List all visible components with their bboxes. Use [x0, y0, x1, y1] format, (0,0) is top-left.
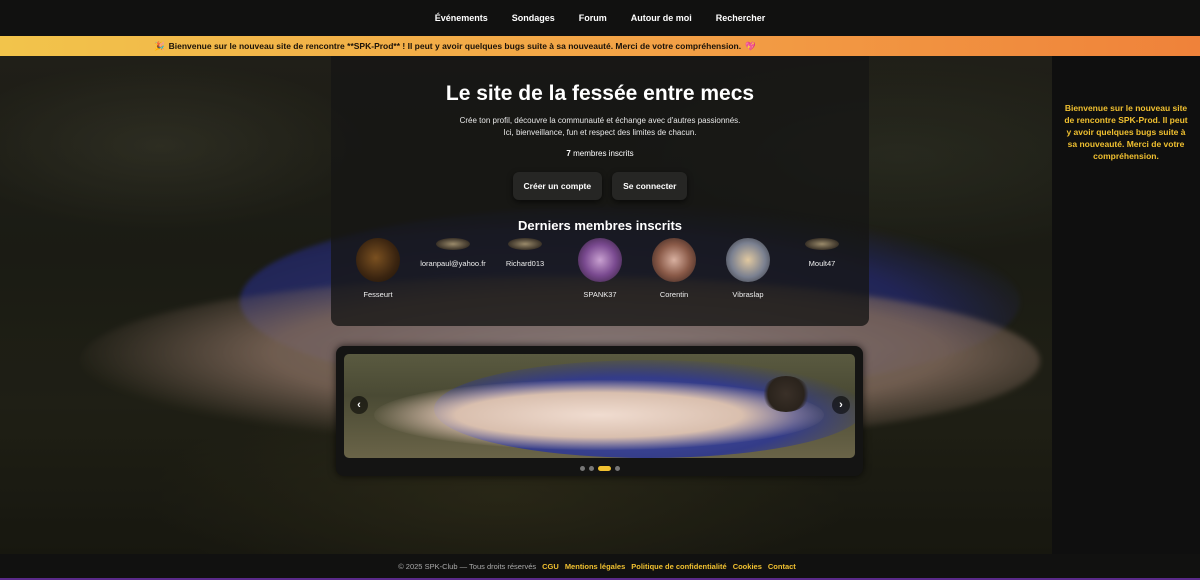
carousel-dot-4[interactable] [614, 466, 620, 471]
member-avatar [805, 238, 839, 250]
footer-link-legal[interactable]: Mentions légales [565, 562, 625, 571]
footer-link-cookies[interactable]: Cookies [733, 562, 762, 571]
nav-events[interactable]: Événements [423, 13, 500, 23]
top-navigation: Événements Sondages Forum Autour de moi … [0, 0, 1200, 36]
nav-around-me[interactable]: Autour de moi [619, 13, 704, 23]
carousel-dot-3[interactable] [597, 466, 611, 471]
announcement-text: Bienvenue sur le nouveau site de rencont… [168, 41, 742, 51]
photo-carousel: ‹ › [336, 346, 863, 476]
latest-members-list: Fesseurt loranpaul@yahoo.fr Richard013 S… [331, 238, 869, 318]
hero-description-line-2: Ici, bienveillance, fun et respect des l… [503, 128, 697, 137]
member-avatar [436, 238, 470, 250]
member-avatar [652, 238, 696, 282]
page-title: Le site de la fessée entre mecs [445, 82, 755, 105]
member-avatar [508, 238, 542, 250]
login-button[interactable]: Se connecter [612, 172, 688, 200]
hero-description-line-1: Crée ton profil, découvre la communauté … [459, 116, 741, 125]
hero-description: Crée ton profil, découvre la communauté … [331, 115, 869, 139]
member-count-label: membres inscrits [573, 149, 634, 158]
sidebar-announcement: Bienvenue sur le nouveau site de rencont… [1052, 56, 1200, 554]
sidebar-announcement-text: Bienvenue sur le nouveau site de rencont… [1064, 103, 1188, 161]
footer-link-privacy[interactable]: Politique de confidentialité [631, 562, 726, 571]
party-icon: 🎉 [154, 40, 165, 51]
member-avatar [726, 238, 770, 282]
hero-card: Le site de la fessée entre mecs Crée ton… [331, 56, 869, 326]
nav-polls[interactable]: Sondages [500, 13, 567, 23]
chevron-right-icon[interactable]: › [832, 396, 850, 414]
footer: © 2025 SPK-Club — Tous droits réservés C… [0, 554, 1200, 580]
hero-actions: Créer un compte Se connecter [331, 172, 869, 200]
footer-copyright: © 2025 SPK-Club — Tous droits réservés [398, 561, 537, 571]
member-moult47[interactable]: Moult47 [777, 238, 867, 268]
member-name: Vibraslap [732, 290, 764, 299]
member-count: 7 membres inscrits [331, 149, 869, 158]
member-avatar [578, 238, 622, 282]
signup-button[interactable]: Créer un compte [512, 172, 603, 200]
carousel-dot-2[interactable] [588, 466, 594, 471]
nav-forum[interactable]: Forum [567, 13, 619, 23]
footer-link-contact[interactable]: Contact [768, 562, 796, 571]
carousel-dot-1[interactable] [579, 466, 585, 471]
carousel-indicators [336, 466, 863, 471]
heart-icon: 💖 [745, 40, 756, 51]
announcement-banner: 🎉 Bienvenue sur le nouveau site de renco… [0, 36, 1200, 56]
member-avatar [356, 238, 400, 282]
nav-search[interactable]: Rechercher [704, 13, 778, 23]
footer-link-cgu[interactable]: CGU [542, 562, 559, 571]
member-count-number: 7 [566, 149, 571, 158]
member-name: Moult47 [808, 259, 836, 268]
chevron-left-icon[interactable]: ‹ [350, 396, 368, 414]
latest-members-title: Derniers membres inscrits [517, 218, 683, 233]
carousel-slide [344, 354, 855, 458]
member-name: Fesseurt [363, 290, 393, 299]
